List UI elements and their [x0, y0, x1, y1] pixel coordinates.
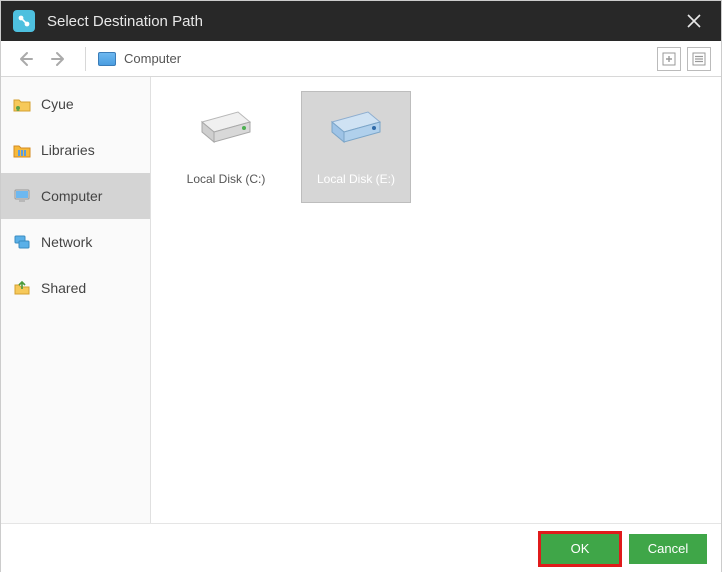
- drive-icon: [198, 104, 254, 148]
- libraries-icon: [13, 141, 31, 159]
- computer-icon: [13, 187, 31, 205]
- path-label: Computer: [124, 51, 181, 66]
- dialog-title: Select Destination Path: [47, 13, 679, 30]
- back-button[interactable]: [11, 45, 39, 73]
- network-icon: [13, 233, 31, 251]
- path-bar[interactable]: Computer: [98, 51, 651, 66]
- close-icon[interactable]: [679, 10, 709, 32]
- sidebar-item-network[interactable]: Network: [1, 219, 150, 265]
- drive-label: Local Disk (C:): [187, 172, 266, 186]
- sidebar: Cyue Libraries Computer Network Shared: [1, 77, 151, 523]
- drive-icon: [328, 104, 384, 148]
- toolbar: Computer: [1, 41, 721, 77]
- toolbar-divider: [85, 47, 86, 71]
- sidebar-item-shared[interactable]: Shared: [1, 265, 150, 311]
- sidebar-item-computer[interactable]: Computer: [1, 173, 150, 219]
- view-list-button[interactable]: [687, 47, 711, 71]
- cancel-button[interactable]: Cancel: [629, 534, 707, 564]
- footer: OK Cancel: [1, 523, 721, 573]
- sidebar-item-libraries[interactable]: Libraries: [1, 127, 150, 173]
- app-icon: [13, 10, 35, 32]
- user-folder-icon: [13, 95, 31, 113]
- ok-button[interactable]: OK: [541, 534, 619, 564]
- sidebar-item-cyue[interactable]: Cyue: [1, 81, 150, 127]
- new-folder-button[interactable]: [657, 47, 681, 71]
- sidebar-item-label: Libraries: [41, 142, 95, 158]
- computer-icon: [98, 52, 116, 66]
- content-pane: Local Disk (C:) Local Disk (E:): [151, 77, 721, 523]
- drive-item-e[interactable]: Local Disk (E:): [301, 91, 411, 203]
- shared-icon: [13, 279, 31, 297]
- sidebar-item-label: Cyue: [41, 96, 74, 112]
- sidebar-item-label: Shared: [41, 280, 86, 296]
- sidebar-item-label: Computer: [41, 188, 102, 204]
- drive-item-c[interactable]: Local Disk (C:): [171, 91, 281, 203]
- sidebar-item-label: Network: [41, 234, 92, 250]
- forward-button[interactable]: [45, 45, 73, 73]
- drive-label: Local Disk (E:): [317, 172, 395, 186]
- titlebar: Select Destination Path: [1, 1, 721, 41]
